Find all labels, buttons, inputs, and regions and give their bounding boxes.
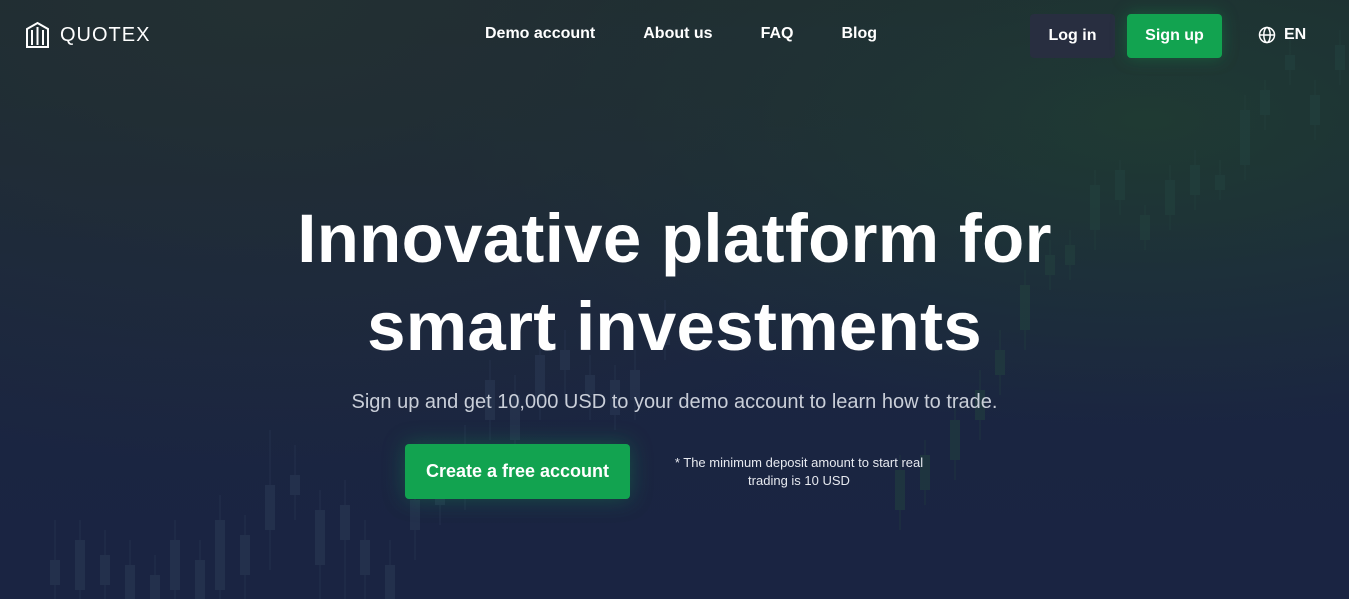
language-code: EN <box>1284 26 1307 43</box>
nav-about-us[interactable]: About us <box>643 25 712 43</box>
create-free-account-button[interactable]: Create a free account <box>405 444 630 499</box>
login-button[interactable]: Log in <box>1030 14 1115 58</box>
top-navigation-bar: QUOTEX Demo account About us FAQ Blog Lo… <box>0 0 1349 72</box>
nav-faq[interactable]: FAQ <box>761 25 794 43</box>
minimum-deposit-note: * The minimum deposit amount to start re… <box>674 455 924 488</box>
hero-title-line-2: smart investments <box>367 288 982 365</box>
nav-blog[interactable]: Blog <box>841 25 877 43</box>
nav-demo-account[interactable]: Demo account <box>485 25 595 43</box>
hero-title: Innovative platform for smart investment… <box>0 195 1349 371</box>
main-nav: Demo account About us FAQ Blog <box>485 25 877 43</box>
signup-button[interactable]: Sign up <box>1127 14 1222 58</box>
language-selector[interactable]: EN <box>1258 26 1306 44</box>
quotex-bars-icon <box>26 21 49 48</box>
brand-logo[interactable]: QUOTEX <box>24 20 150 50</box>
globe-icon <box>1258 26 1276 44</box>
hero-subtitle: Sign up and get 10,000 USD to your demo … <box>351 391 998 413</box>
hero-title-line-1: Innovative platform for <box>297 200 1052 277</box>
brand-name: QUOTEX <box>60 23 151 46</box>
hero-section: Innovative platform for smart investment… <box>0 0 1349 599</box>
